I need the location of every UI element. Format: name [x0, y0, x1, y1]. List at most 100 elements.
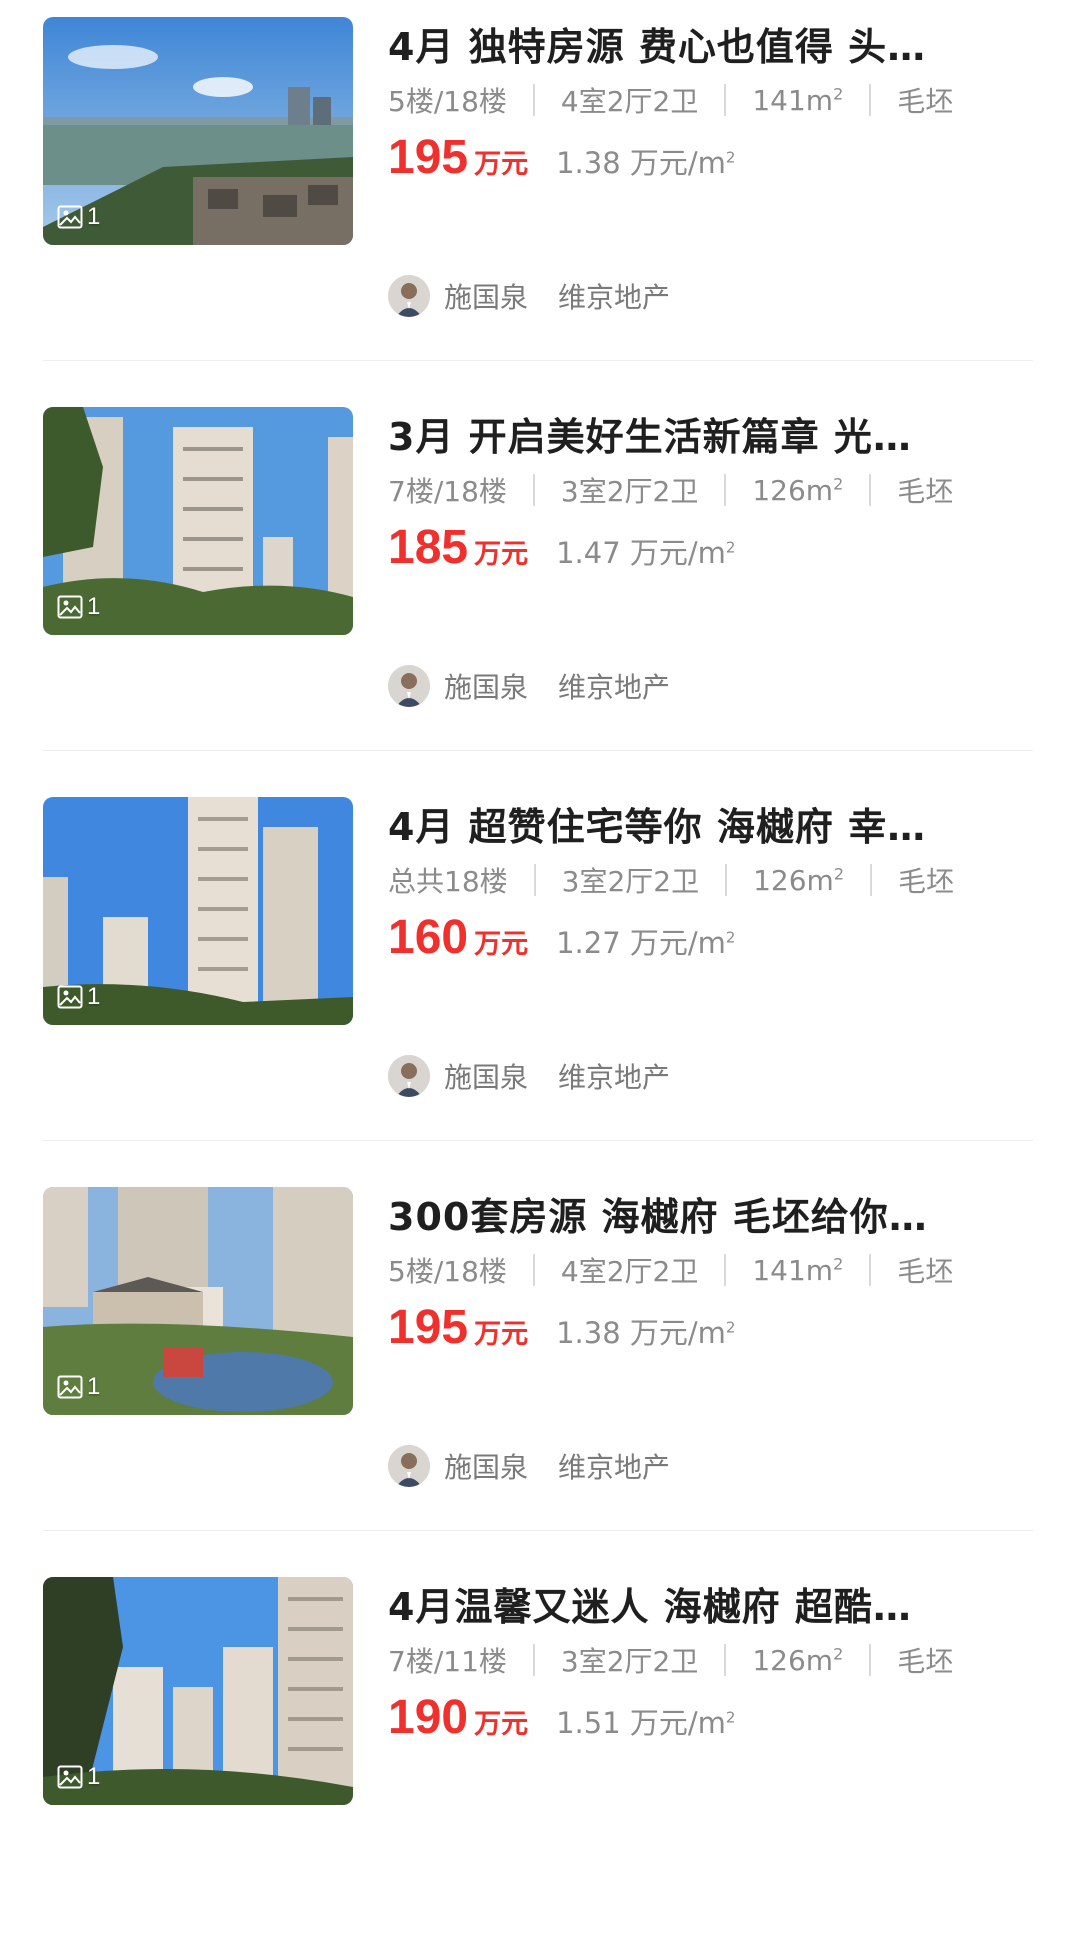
total-price: 195 [388, 1301, 469, 1354]
total-price: 195 [388, 131, 469, 184]
divider [43, 1140, 1033, 1141]
listing-photo[interactable]: 1 [43, 797, 353, 1025]
listing-card[interactable]: 1 300套房源 海樾府 毛坯给你… 5楼/18楼 4室2厅2卫 141m2 毛… [0, 1170, 1068, 1559]
listing-title[interactable]: 4月 超赞住宅等你 海樾府 幸… [388, 796, 1006, 851]
meta-separator [869, 1254, 872, 1286]
agent-avatar[interactable] [388, 275, 430, 317]
agent-name[interactable]: 施国泉 [444, 666, 528, 706]
image-icon [57, 1765, 83, 1789]
price-unit: 万元 [474, 929, 529, 960]
agency-name: 维京地产 [558, 671, 671, 704]
listing-meta: 总共18楼 3室2厅2卫 126m2 毛坯 [388, 860, 954, 900]
floor-area: 126m2 [752, 1643, 844, 1677]
agency-name: 维京地产 [558, 281, 671, 314]
meta-separator [869, 84, 872, 116]
agent-name[interactable]: 施国泉 [444, 276, 528, 316]
photo-count-badge: 1 [57, 1373, 100, 1401]
unit-price: 1.47 万元/m2 [556, 536, 736, 570]
listing-title[interactable]: 4月温馨又迷人 海樾府 超酷… [388, 1576, 1006, 1631]
price-row: 195 万元 1.38 万元/m2 [388, 130, 735, 185]
price-unit: 万元 [474, 539, 529, 570]
divider [43, 750, 1033, 751]
meta-separator [724, 84, 727, 116]
meta-separator [724, 1644, 727, 1676]
price-unit: 万元 [474, 1709, 529, 1740]
price-row: 195 万元 1.38 万元/m2 [388, 1300, 735, 1355]
image-icon [57, 205, 83, 229]
price-unit: 万元 [474, 1319, 529, 1350]
room-layout: 3室2厅2卫 [561, 865, 700, 898]
agent-info[interactable]: 施国泉 维京地产 [388, 275, 670, 317]
total-price: 185 [388, 521, 469, 574]
price-unit: 万元 [474, 149, 529, 180]
listing-photo[interactable]: 1 [43, 1187, 353, 1415]
floor-info: 总共18楼 [388, 865, 508, 898]
meta-separator [869, 1644, 872, 1676]
floor-area: 126m2 [752, 473, 844, 507]
agent-avatar[interactable] [388, 1055, 430, 1097]
floor-area: 141m2 [752, 1253, 844, 1287]
listing-meta: 5楼/18楼 4室2厅2卫 141m2 毛坯 [388, 80, 953, 120]
listing-title[interactable]: 3月 开启美好生活新篇章 光… [388, 406, 1006, 461]
agency-name: 维京地产 [558, 1061, 671, 1094]
divider [43, 360, 1033, 361]
decoration-status: 毛坯 [897, 475, 954, 508]
meta-separator [724, 1254, 727, 1286]
agent-info[interactable]: 施国泉 维京地产 [388, 1055, 670, 1097]
listing-meta: 5楼/18楼 4室2厅2卫 141m2 毛坯 [388, 1250, 953, 1290]
unit-price: 1.38 万元/m2 [556, 146, 736, 180]
meta-separator [870, 864, 872, 896]
total-price: 160 [388, 911, 469, 964]
decoration-status: 毛坯 [898, 865, 955, 898]
agent-avatar[interactable] [388, 1445, 430, 1487]
total-price: 190 [388, 1691, 469, 1744]
meta-separator [725, 864, 728, 896]
photo-count: 1 [87, 983, 101, 1010]
divider [43, 1530, 1033, 1531]
photo-count-badge: 1 [57, 203, 100, 231]
meta-separator [532, 1254, 535, 1286]
photo-count-badge: 1 [57, 593, 100, 621]
photo-count: 1 [87, 1763, 101, 1790]
image-icon [57, 1375, 83, 1399]
meta-separator [532, 1644, 535, 1676]
photo-count-badge: 1 [57, 983, 100, 1011]
listing-title[interactable]: 300套房源 海樾府 毛坯给你… [388, 1186, 1006, 1241]
unit-price: 1.27 万元/m2 [556, 926, 736, 960]
image-icon [57, 985, 83, 1009]
photo-count: 1 [87, 593, 101, 620]
listing-card[interactable]: 1 4月 独特房源 费心也值得 头… 5楼/18楼 4室2厅2卫 141m2 毛… [0, 0, 1068, 389]
floor-info: 5楼/18楼 [388, 85, 507, 118]
floor-area: 126m2 [753, 863, 844, 897]
image-icon [57, 595, 83, 619]
listing-card[interactable]: 1 4月温馨又迷人 海樾府 超酷… 7楼/11楼 3室2厅2卫 126m2 毛坯… [0, 1560, 1068, 1949]
price-row: 190 万元 1.51 万元/m2 [388, 1690, 735, 1745]
floor-area: 141m2 [752, 83, 844, 117]
listing-card[interactable]: 1 4月 超赞住宅等你 海樾府 幸… 总共18楼 3室2厅2卫 126m2 毛坯… [0, 780, 1068, 1169]
agent-name[interactable]: 施国泉 [444, 1446, 528, 1486]
listing-card[interactable]: 1 3月 开启美好生活新篇章 光… 7楼/18楼 3室2厅2卫 126m2 毛坯… [0, 390, 1068, 779]
decoration-status: 毛坯 [897, 1645, 954, 1678]
listing-photo[interactable]: 1 [43, 17, 353, 245]
price-row: 160 万元 1.27 万元/m2 [388, 910, 735, 965]
agent-info[interactable]: 施国泉 维京地产 [388, 1445, 670, 1487]
meta-separator [869, 474, 872, 506]
agency-name: 维京地产 [558, 1451, 671, 1484]
meta-separator [533, 864, 536, 896]
decoration-status: 毛坯 [897, 85, 954, 118]
room-layout: 4室2厅2卫 [560, 1255, 699, 1288]
listing-meta: 7楼/11楼 3室2厅2卫 126m2 毛坯 [388, 1640, 953, 1680]
price-row: 185 万元 1.47 万元/m2 [388, 520, 735, 575]
agent-info[interactable]: 施国泉 维京地产 [388, 665, 670, 707]
listing-photo[interactable]: 1 [43, 407, 353, 635]
agent-avatar[interactable] [388, 665, 430, 707]
photo-count-badge: 1 [57, 1763, 100, 1791]
listing-photo[interactable]: 1 [43, 1577, 353, 1805]
listing-title[interactable]: 4月 独特房源 费心也值得 头… [388, 16, 1006, 71]
unit-price: 1.38 万元/m2 [556, 1316, 736, 1350]
floor-info: 7楼/11楼 [388, 1645, 507, 1678]
agent-name[interactable]: 施国泉 [444, 1056, 528, 1096]
listing-meta: 7楼/18楼 3室2厅2卫 126m2 毛坯 [388, 470, 953, 510]
meta-separator [724, 474, 727, 506]
decoration-status: 毛坯 [897, 1255, 954, 1288]
